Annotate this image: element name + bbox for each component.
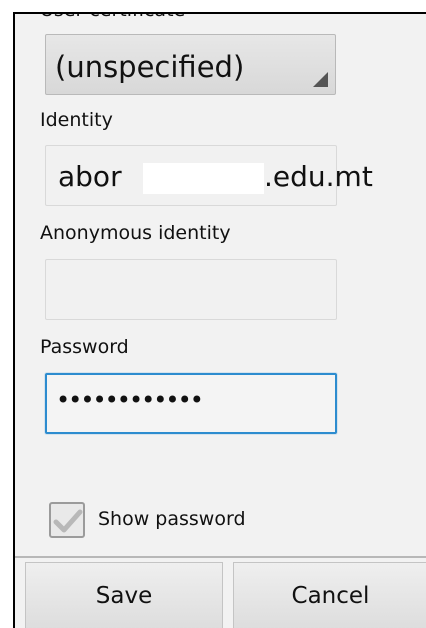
dropdown-corner-icon (313, 72, 328, 87)
identity-label: Identity (40, 109, 113, 131)
user-certificate-label: User certificate (40, 14, 185, 21)
anonymous-identity-field[interactable] (45, 259, 337, 320)
identity-value-suffix: .edu.mt (264, 160, 373, 193)
identity-field[interactable]: abor .edu.mt (45, 145, 373, 206)
redaction-mask (143, 163, 264, 194)
user-certificate-spinner[interactable]: (unspecified) (45, 34, 336, 95)
button-bar-divider (15, 556, 426, 558)
wifi-eap-settings-dialog: User certificate (unspecified) Identity … (13, 12, 426, 628)
cancel-button[interactable]: Cancel (233, 562, 426, 628)
password-field[interactable]: •••••••••••• (45, 373, 337, 434)
identity-value-prefix: abor (58, 160, 122, 193)
user-certificate-value: (unspecified) (55, 50, 245, 84)
show-password-checkbox[interactable] (49, 502, 85, 538)
show-password-label: Show password (98, 508, 246, 530)
check-icon (53, 509, 83, 533)
password-label: Password (40, 336, 129, 358)
save-button[interactable]: Save (25, 562, 223, 628)
anonymous-identity-label: Anonymous identity (40, 222, 231, 244)
password-value: •••••••••••• (56, 386, 204, 414)
